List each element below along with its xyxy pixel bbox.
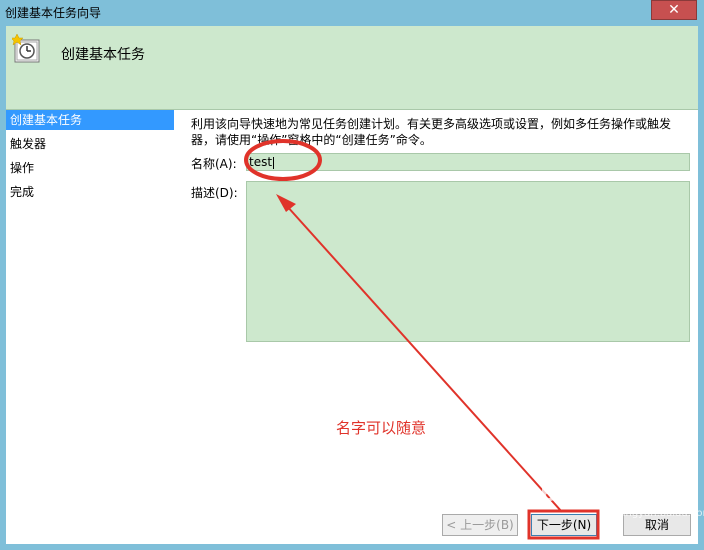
- back-button[interactable]: < 上一步(B): [442, 514, 518, 536]
- sidebar-item-label: 创建基本任务: [10, 113, 83, 127]
- window-title: 创建基本任务向导: [5, 6, 102, 20]
- sidebar-item-label: 完成: [10, 185, 35, 199]
- sidebar-item-create-basic-task[interactable]: 创建基本任务: [6, 110, 174, 130]
- description-label: 描述(D):: [191, 186, 238, 200]
- description-field[interactable]: [246, 181, 690, 342]
- intro-text: 利用该向导快速地为常见任务创建计划。有关更多高级选项或设置，例如多任务操作或触发…: [191, 116, 691, 148]
- name-field[interactable]: test: [246, 153, 690, 171]
- watermark-url: jingyan.baidu.com: [620, 508, 704, 519]
- intro-line-1: 利用该向导快速地为常见任务创建计划。有关更多高级选项或设置，例如多任务操作或触发: [191, 117, 672, 131]
- sidebar-item-label: 触发器: [10, 137, 47, 151]
- watermark-logo: Bai 经验: [540, 482, 637, 507]
- text-caret: [273, 156, 275, 169]
- wizard-header: 创建基本任务: [6, 26, 698, 109]
- close-button[interactable]: ✕: [651, 0, 697, 20]
- clock-icon: [12, 34, 40, 63]
- page-title: 创建基本任务: [61, 47, 145, 63]
- close-icon: ✕: [668, 2, 680, 18]
- name-field-value: test: [249, 155, 273, 169]
- sidebar-item-action[interactable]: 操作: [6, 158, 174, 178]
- name-label: 名称(A):: [191, 157, 237, 171]
- sidebar-item-trigger[interactable]: 触发器: [6, 134, 174, 154]
- sidebar-item-label: 操作: [10, 161, 35, 175]
- title-bar[interactable]: 创建基本任务向导 ✕: [0, 0, 704, 26]
- next-button[interactable]: 下一步(N): [531, 514, 597, 536]
- sidebar-item-finish[interactable]: 完成: [6, 182, 174, 202]
- wizard-content: 创建基本任务 创建基本任务 触发器 操作 完成 利用该向导快速地为常见任务创建计…: [6, 26, 698, 544]
- annotation-text: 名字可以随意: [336, 419, 427, 437]
- intro-line-2: 器，请使用“操作”窗格中的“创建任务”命令。: [191, 133, 432, 147]
- wizard-window: 创建基本任务向导 ✕ 创建基本任务 创建基本任务 触发器 操作 完成 利用该向导…: [0, 0, 704, 550]
- wizard-steps-sidebar: 创建基本任务 触发器 操作 完成: [6, 110, 176, 544]
